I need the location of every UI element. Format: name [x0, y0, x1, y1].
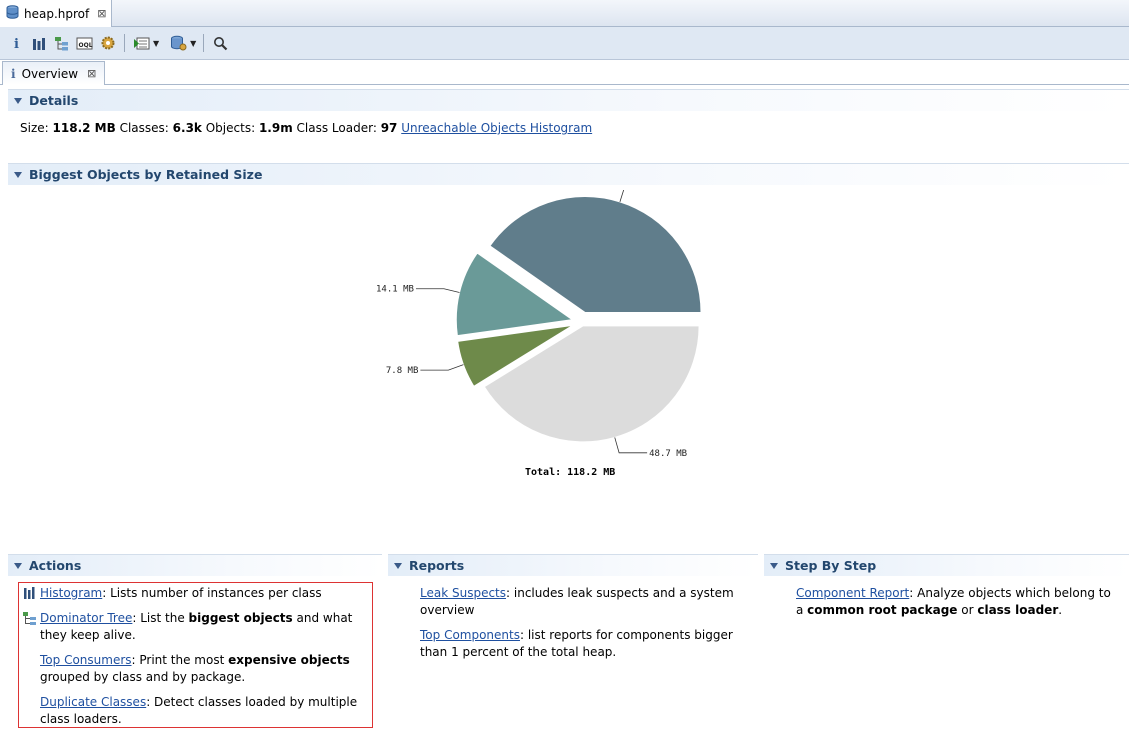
editor-tab-label: heap.hprof: [24, 6, 90, 21]
view-tab-bar: i Overview ⊠: [0, 60, 1129, 85]
leak-suspects-link[interactable]: Leak Suspects: [420, 586, 506, 600]
database-icon: [6, 4, 19, 23]
class-loader-value: 97: [380, 121, 398, 135]
size-label: Size:: [20, 121, 49, 135]
component-report-link[interactable]: Component Report: [796, 586, 909, 600]
run-report-icon[interactable]: [132, 34, 151, 53]
collapse-triangle-icon[interactable]: [14, 171, 22, 178]
step-by-step-section-header[interactable]: Step By Step: [764, 554, 1129, 576]
editor-tab-bar: heap.hprof ⊠: [0, 0, 1129, 27]
objects-value: 1.9m: [258, 121, 293, 135]
duplicate-classes-link[interactable]: Duplicate Classes: [40, 695, 146, 709]
search-icon[interactable]: [211, 34, 230, 53]
step-by-step-list: Component Report: Analyze objects which …: [796, 585, 1121, 627]
pie-leader-line: [619, 190, 625, 202]
info-icon[interactable]: i: [6, 34, 25, 53]
actions-title: Actions: [29, 558, 82, 573]
biggest-objects-section-header[interactable]: Biggest Objects by Retained Size: [8, 163, 1129, 185]
action-histogram: Histogram: Lists number of instances per…: [24, 585, 370, 602]
pie-slice-label: 47.6 MB: [655, 190, 693, 193]
histogram-link[interactable]: Histogram: [40, 586, 102, 600]
component-report-emphasis-loader: class loader: [977, 603, 1059, 617]
actions-section-header[interactable]: Actions: [8, 554, 382, 576]
collapse-triangle-icon[interactable]: [394, 562, 402, 569]
pie-slice-label: 7.8 MB: [386, 366, 419, 376]
dominator-tree-link[interactable]: Dominator Tree: [40, 611, 132, 625]
report-leak-suspects: Leak Suspects: includes leak suspects an…: [420, 585, 745, 619]
reports-section-header[interactable]: Reports: [388, 554, 758, 576]
pie-total-label: Total: 118.2 MB: [525, 467, 615, 478]
top-components-link[interactable]: Top Components: [420, 628, 520, 642]
collapse-triangle-icon[interactable]: [14, 97, 22, 104]
objects-label: Objects:: [205, 121, 256, 135]
top-consumers-link[interactable]: Top Consumers: [40, 653, 132, 667]
action-dominator-tree: Dominator Tree: List the biggest objects…: [23, 610, 370, 644]
step-component-report: Component Report: Analyze objects which …: [796, 585, 1121, 619]
oql-icon[interactable]: OQL: [75, 34, 94, 53]
editor-tab-heap[interactable]: heap.hprof ⊠: [0, 0, 112, 27]
svg-text:OQL: OQL: [79, 42, 93, 49]
classes-label: Classes:: [119, 121, 169, 135]
action-duplicate-classes: Duplicate Classes: Detect classes loaded…: [40, 694, 370, 728]
svg-text:i: i: [14, 37, 19, 50]
dominator-tree-emphasis: biggest objects: [188, 611, 293, 625]
top-consumers-emphasis: expensive objects: [228, 653, 350, 667]
heap-dump-chevron-down-icon[interactable]: ▼: [190, 39, 196, 48]
class-loader-label: Class Loader:: [296, 121, 377, 135]
histogram-icon[interactable]: [29, 34, 48, 53]
collapse-triangle-icon[interactable]: [770, 562, 778, 569]
pie-leader-line: [420, 364, 464, 371]
reports-title: Reports: [409, 558, 465, 573]
details-title: Details: [29, 93, 79, 108]
close-icon[interactable]: ⊠: [87, 67, 96, 80]
dominator-tree-icon[interactable]: [52, 34, 71, 53]
retained-size-pie-chart: 47.6 MB 14.1 MB 7.8 MB 48.7 MB Total: 118.2 …: [376, 190, 702, 478]
view-tab-label: Overview: [21, 66, 79, 81]
component-report-emphasis-package: common root package: [807, 603, 958, 617]
info-icon: i: [11, 66, 16, 81]
actions-list: Histogram: Lists number of instances per…: [23, 585, 370, 736]
pie-slice-label: 48.7 MB: [649, 449, 687, 459]
pie-leader-line: [415, 288, 460, 293]
biggest-objects-title: Biggest Objects by Retained Size: [29, 167, 263, 182]
component-report-description-mid: or: [957, 603, 978, 617]
toolbar-separator: [203, 34, 205, 52]
histogram-icon: [23, 587, 35, 604]
toolbar-separator: [124, 34, 125, 52]
details-summary: Size: 118.2 MB Classes: 6.3k Objects: 1.…: [20, 121, 592, 135]
action-top-consumers: Top Consumers: Print the most expensive …: [40, 652, 370, 686]
classes-value: 6.3k: [172, 121, 202, 135]
heap-dump-dropdown-icon[interactable]: [169, 34, 188, 53]
histogram-description: : Lists number of instances per class: [102, 586, 322, 600]
tab-overview[interactable]: i Overview ⊠: [2, 61, 105, 85]
report-top-components: Top Components: list reports for compone…: [420, 627, 745, 661]
unreachable-objects-histogram-link[interactable]: Unreachable Objects Histogram: [401, 121, 592, 135]
pie-slice-label: 14.1 MB: [376, 285, 414, 295]
reports-list: Leak Suspects: includes leak suspects an…: [420, 585, 745, 669]
dominator-tree-description: : List the: [132, 611, 189, 625]
size-value: 118.2 MB: [52, 121, 116, 135]
pie-leader-line: [614, 437, 648, 454]
top-consumers-description-end: grouped by class and by package.: [40, 670, 246, 684]
gears-icon[interactable]: [98, 34, 117, 53]
component-report-description-end: .: [1058, 603, 1063, 617]
details-section-header[interactable]: Details: [8, 89, 1129, 111]
toolbar: i OQL ▼ ▼: [0, 27, 1129, 60]
run-report-dropdown-icon[interactable]: ▼: [153, 39, 159, 48]
close-icon[interactable]: ⊠: [97, 7, 106, 20]
dominator-tree-icon: [23, 612, 37, 631]
collapse-triangle-icon[interactable]: [14, 562, 22, 569]
step-by-step-title: Step By Step: [785, 558, 877, 573]
top-consumers-description: : Print the most: [131, 653, 229, 667]
